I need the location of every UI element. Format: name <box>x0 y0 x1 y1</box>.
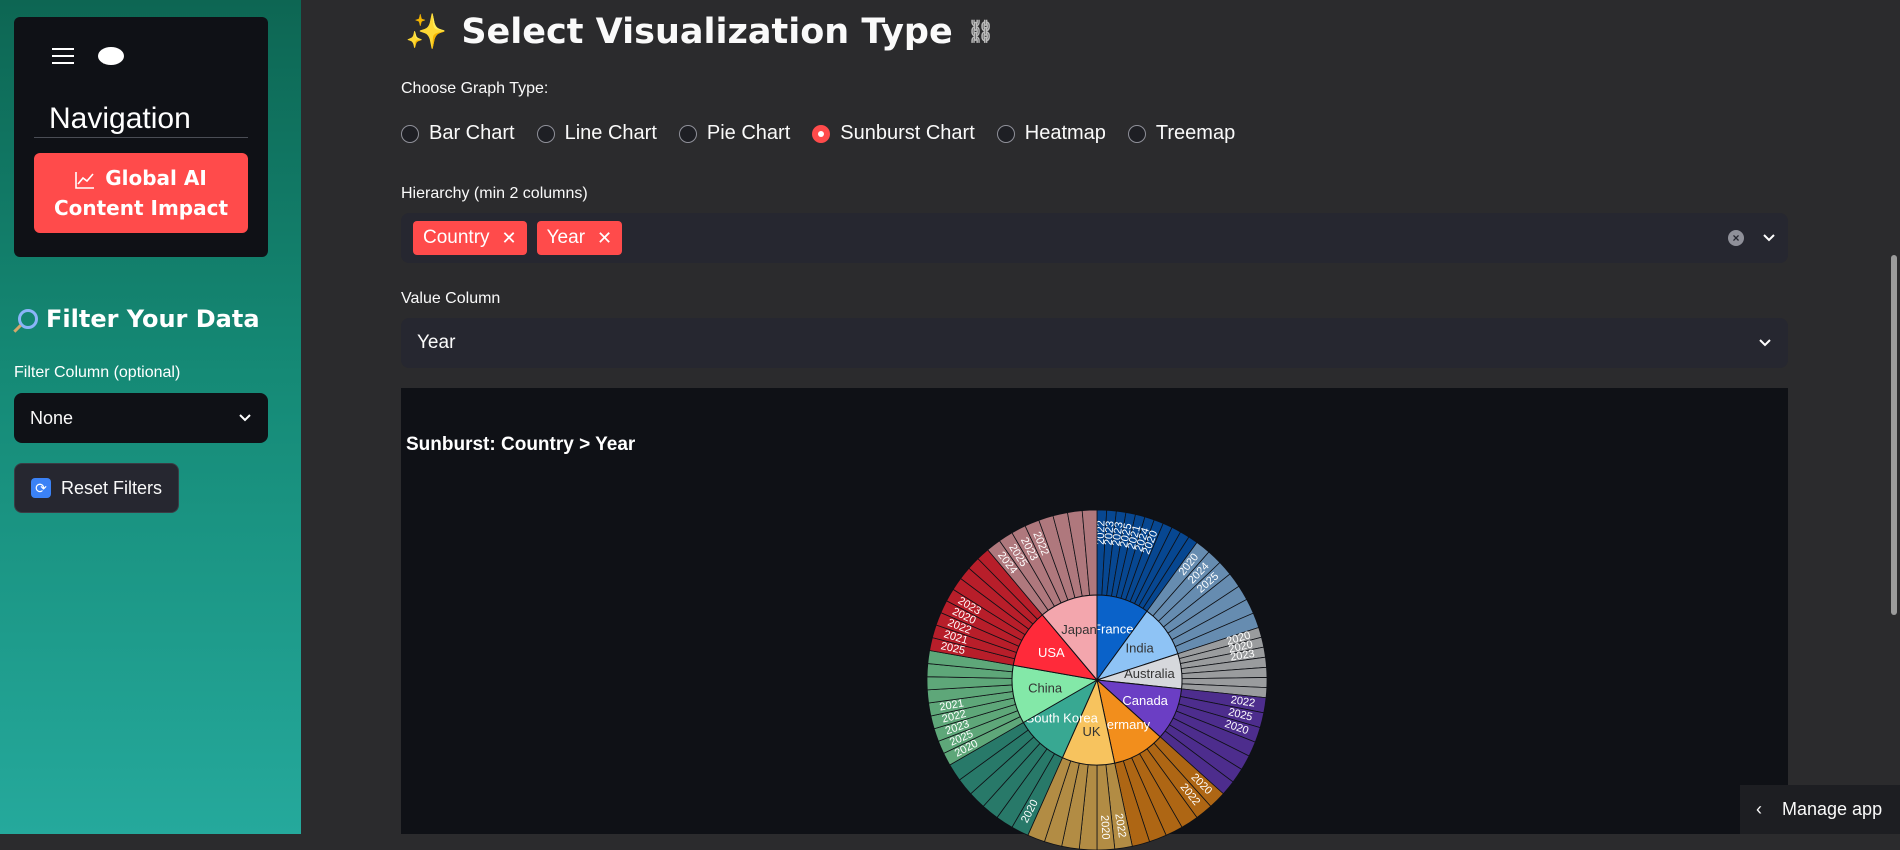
sunburst-country-label: France <box>1093 621 1133 636</box>
graph-type-label: Bar Chart <box>429 122 515 144</box>
graph-type-option[interactable]: Sunburst Chart <box>812 122 975 145</box>
remove-tag-icon[interactable]: ✕ <box>502 228 517 249</box>
remove-tag-icon[interactable]: ✕ <box>597 228 612 249</box>
filter-column-select[interactable]: None <box>14 393 268 443</box>
speech-bubble-icon <box>98 47 124 65</box>
tag-year[interactable]: Year ✕ <box>536 221 623 255</box>
chevron-down-icon <box>1759 339 1771 347</box>
radio-unselected-icon[interactable] <box>996 124 1015 143</box>
sunburst-year-label: 2020 <box>1098 815 1111 840</box>
scrollbar[interactable] <box>1891 255 1897 615</box>
reset-filters-button[interactable]: ⟳ Reset Filters <box>14 463 179 513</box>
filter-column-label: Filter Column (optional) <box>14 364 181 381</box>
global-ai-content-impact-button[interactable]: Global AI Content Impact <box>34 153 248 233</box>
hierarchy-multiselect[interactable]: Country ✕ Year ✕ × <box>401 213 1788 263</box>
navigation-card: Navigation Global AI Content Impact <box>14 17 268 257</box>
multiselect-controls: × <box>1728 230 1776 246</box>
sunburst-country-label: India <box>1126 640 1155 655</box>
tag-country[interactable]: Country ✕ <box>413 221 527 255</box>
refresh-icon: ⟳ <box>30 478 51 498</box>
chevron-down-icon[interactable] <box>1762 233 1776 243</box>
radio-selected-icon[interactable] <box>812 124 831 143</box>
filter-heading: Filter Your Data <box>18 305 260 333</box>
hamburger-icon[interactable] <box>52 48 74 64</box>
hierarchy-label: Hierarchy (min 2 columns) <box>401 185 588 202</box>
value-column-label: Value Column <box>401 290 501 307</box>
sunburst-country-label: Canada <box>1122 693 1168 708</box>
chart-container: Sunburst: Country > Year 2022 2023 2023 202… <box>401 388 1788 850</box>
graph-type-radio-group: Bar Chart Line Chart Pie Chart Sunburst Cha… <box>401 122 1235 145</box>
graph-type-label: Line Chart <box>564 122 657 144</box>
graph-type-label: Choose Graph Type: <box>401 80 549 97</box>
graph-type-option[interactable]: Treemap <box>1127 122 1236 145</box>
magnifier-icon <box>18 309 38 329</box>
clear-all-icon[interactable]: × <box>1728 230 1744 246</box>
radio-unselected-icon[interactable] <box>1127 124 1146 143</box>
sunburst-country-label: UK <box>1082 724 1100 739</box>
graph-type-label: Treemap <box>1155 122 1236 144</box>
manage-app-label: Manage app <box>1782 799 1883 819</box>
reset-filters-label: Reset Filters <box>60 477 163 498</box>
graph-type-option[interactable]: Line Chart <box>536 122 657 145</box>
graph-type-label: Pie Chart <box>706 122 791 144</box>
sidebar: Navigation Global AI Content Impact Filt… <box>0 0 301 834</box>
sunburst-chart[interactable]: 2022202320232025202120242020France202020… <box>927 510 1267 850</box>
graph-type-label: Sunburst Chart <box>840 122 975 144</box>
sunburst-country-label: Japan <box>1061 622 1096 637</box>
sunburst-country-label: Australia <box>1124 666 1175 681</box>
sparkles-icon: ✨ <box>405 12 448 52</box>
divider <box>34 137 248 138</box>
manage-app-button[interactable]: ‹ Manage app <box>1740 785 1900 834</box>
chevron-down-icon <box>239 414 251 422</box>
filter-heading-text: Filter Your Data <box>46 305 260 333</box>
radio-unselected-icon[interactable] <box>401 124 419 143</box>
nav-icons <box>52 47 124 65</box>
value-column-select[interactable]: Year <box>401 318 1788 368</box>
value-column-value: Year <box>417 332 456 353</box>
chart-title: Sunburst: Country > Year <box>406 434 636 455</box>
chevron-left-icon: ‹ <box>1756 799 1762 819</box>
filter-column-value: None <box>30 407 74 428</box>
page-title-text: Select Visualization Type <box>461 12 953 52</box>
chart-line-icon <box>75 171 95 189</box>
link-icon[interactable]: ⛓ <box>967 20 995 45</box>
sunburst-country-label: China <box>1028 681 1063 696</box>
graph-type-option[interactable]: Bar Chart <box>401 122 515 145</box>
graph-type-option[interactable]: Heatmap <box>996 122 1106 145</box>
radio-unselected-icon[interactable] <box>678 124 697 143</box>
page-title: ✨ Select Visualization Type ⛓ <box>405 12 995 52</box>
graph-type-label: Heatmap <box>1024 122 1106 144</box>
graph-type-option[interactable]: Pie Chart <box>678 122 791 145</box>
radio-unselected-icon[interactable] <box>536 124 555 143</box>
sunburst-country-label: USA <box>1038 645 1065 660</box>
tag-label: Year <box>546 227 586 248</box>
tag-label: Country <box>423 227 490 248</box>
nav-title: Navigation <box>49 102 191 135</box>
